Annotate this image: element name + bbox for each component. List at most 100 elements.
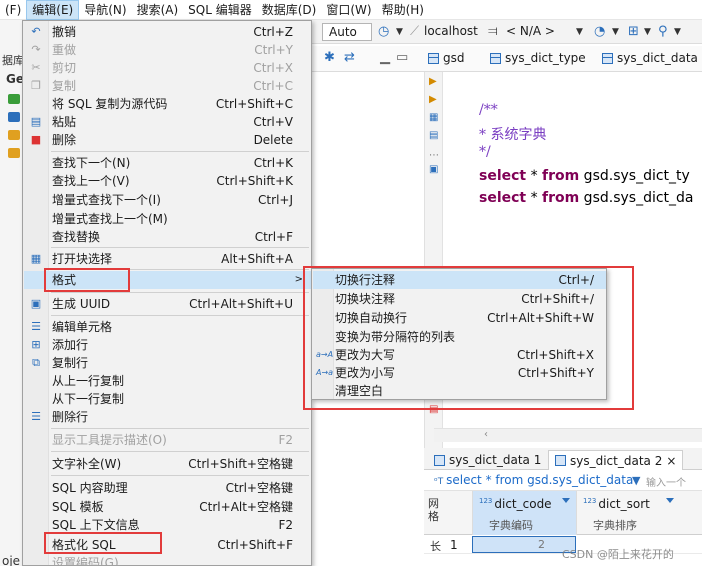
menu-item-find-replace[interactable]: 查找替换 Ctrl+F [24, 228, 311, 246]
menu-help[interactable]: 帮助(H) [377, 0, 429, 20]
menu-item-toggle-block-comment[interactable]: 切换块注释 Ctrl+Shift+/ [313, 290, 606, 308]
menu-item-cut[interactable]: ✂ 剪切 Ctrl+X [24, 59, 311, 77]
menu-item-to-delimited-list[interactable]: 变换为带分隔符的列表 [313, 328, 606, 346]
sort-icon[interactable] [562, 498, 570, 503]
menu-item-find-next[interactable]: 查找下一个(N) Ctrl+K [24, 154, 311, 172]
menu-item-find-previous[interactable]: 查找上一个(V) Ctrl+Shift+K [24, 172, 311, 190]
grid-view-label[interactable]: 网格 [428, 497, 442, 523]
lowercase-icon: A→a [316, 368, 334, 377]
dashboard-icon[interactable]: ◔ [594, 24, 605, 39]
chevron-down-icon[interactable]: ▼ [576, 27, 583, 37]
search-icon[interactable]: ⚲ [658, 24, 668, 39]
filter-icon[interactable]: ▼ [632, 474, 640, 487]
block-select-icon: ▦ [30, 252, 42, 265]
column-type: 123 [583, 497, 597, 505]
menu-item-undo[interactable]: ↶ 撤销 Ctrl+Z [24, 23, 311, 41]
menu-item-delete[interactable]: ■ 删除 Delete [24, 131, 311, 149]
menu-item-shortcut: Ctrl+V [253, 115, 293, 129]
tab-gsd[interactable]: gsd [428, 51, 465, 65]
watermark: CSDN @陌上来花开的 [562, 548, 674, 561]
menu-item-word-completion[interactable]: 文字补全(W) Ctrl+Shift+空格键 [24, 455, 311, 473]
column-header-dict-sort[interactable]: 123 dict_sort 字典排序 [576, 491, 680, 535]
more-icon[interactable]: ⋯ [429, 150, 439, 161]
menu-item-show-tooltip[interactable]: 显示工具提示描述(O) F2 [24, 431, 311, 449]
tab-sys-dict-type[interactable]: sys_dict_type [490, 51, 586, 65]
column-type: 123 [479, 497, 493, 505]
tab-sys-dict-data[interactable]: sys_dict_data [602, 51, 698, 65]
menu-item-copy-sql-source[interactable]: 将 SQL 复制为源代码 Ctrl+Shift+C [24, 95, 311, 113]
chevron-down-icon[interactable]: ▼ [644, 27, 651, 37]
sql-text: gsd.sys_dict_ty [579, 168, 690, 184]
history-icon[interactable]: ◷ [378, 24, 389, 39]
maximize-icon[interactable]: ▭ [396, 50, 408, 65]
menu-item-copy[interactable]: ❐ 复制 Ctrl+C [24, 77, 311, 95]
menu-file[interactable]: (F) [0, 0, 26, 20]
menu-navigate[interactable]: 导航(N) [79, 0, 131, 20]
link-icon[interactable]: ⇄ [344, 50, 355, 65]
menu-item-format[interactable]: 格式 > [24, 271, 311, 289]
explain-icon[interactable]: ▦ [429, 112, 438, 123]
close-icon[interactable]: × [666, 452, 676, 470]
column-header-dict-code[interactable]: 123 dict_code 字典编码 [472, 491, 576, 535]
menu-item-set-encoding[interactable]: 设置编码(G)... [24, 554, 311, 566]
table-icon [602, 52, 613, 64]
menu-item-format-sql[interactable]: 格式化 SQL Ctrl+Shift+F [24, 536, 311, 554]
menu-item-edit-cell[interactable]: ☰ 编辑单元格 [24, 318, 311, 336]
column-comment: 字典编码 [489, 519, 533, 532]
db-node-icon[interactable] [8, 112, 20, 122]
filter-input[interactable]: 输入一个 [646, 474, 686, 489]
selected-cell[interactable] [472, 536, 576, 553]
copy-icon: ❐ [31, 79, 41, 92]
run-icon[interactable]: ▶ [429, 76, 437, 87]
menu-search[interactable]: 搜索(A) [132, 0, 184, 20]
menu-window[interactable]: 窗口(W) [321, 0, 376, 20]
menu-item-generate-uuid[interactable]: ▣ 生成 UUID Ctrl+Alt+Shift+U [24, 295, 311, 313]
folder-icon[interactable] [8, 148, 20, 158]
horizontal-scrollbar[interactable]: ‹ [434, 428, 702, 442]
menu-item-toggle-word-wrap[interactable]: 切换自动换行 Ctrl+Alt+Shift+W [313, 309, 606, 327]
menu-item-delete-row[interactable]: ☰ 删除行 [24, 408, 311, 426]
menu-edit[interactable]: 编辑(E) [26, 0, 80, 20]
minimize-icon[interactable]: ▁ [380, 50, 390, 65]
menu-database[interactable]: 数据库(D) [257, 0, 322, 20]
menu-item-copy-from-previous-row[interactable]: 从上一行复制 [24, 372, 311, 390]
schema-icon[interactable]: ⫤ [488, 24, 498, 39]
menu-item-sql-content-assist[interactable]: SQL 内容助理 Ctrl+空格键 [24, 479, 311, 497]
menu-item-to-lower-case[interactable]: A→a 更改为小写 Ctrl+Shift+Y [313, 364, 606, 382]
plan-icon[interactable]: ▤ [429, 130, 438, 141]
menu-item-block-selection[interactable]: ▦ 打开块选择 Alt+Shift+A [24, 250, 311, 268]
chevron-down-icon[interactable]: ▼ [612, 27, 619, 37]
menu-item-trim-whitespace[interactable]: 清理空白 [313, 382, 606, 400]
db-node-icon[interactable] [8, 94, 20, 104]
results-filter[interactable]: ᵒT select * from gsd.sys_dict_data ▼ 输入一… [424, 471, 702, 491]
console-icon[interactable]: ▣ [429, 164, 438, 175]
tab-result-1[interactable]: sys_dict_data 1 [428, 450, 547, 470]
run-script-icon[interactable]: ▶ [429, 94, 437, 105]
menu-item-copy-from-next-row[interactable]: 从下一行复制 [24, 390, 311, 408]
menu-item-sql-context-info[interactable]: SQL 上下文信息 F2 [24, 516, 311, 534]
sort-icon[interactable] [666, 498, 674, 503]
folder-icon[interactable] [8, 130, 20, 140]
connection-icon[interactable]: ⟋ [410, 24, 419, 39]
menu-item-to-upper-case[interactable]: a→A 更改为大写 Ctrl+Shift+X [313, 346, 606, 364]
menu-item-paste[interactable]: ▤ 粘贴 Ctrl+V [24, 113, 311, 131]
menu-separator [51, 315, 309, 316]
chevron-down-icon[interactable]: ▼ [396, 27, 403, 37]
gear-icon[interactable]: ✱ [324, 50, 335, 65]
chevron-down-icon[interactable]: ▼ [674, 27, 681, 37]
active-connection[interactable]: localhost [424, 24, 478, 38]
transaction-mode-select[interactable]: Auto [322, 23, 372, 41]
active-schema[interactable]: < N/A > [506, 24, 555, 38]
menu-item-toggle-line-comment[interactable]: 切换行注释 Ctrl+/ [313, 271, 606, 289]
menu-item-redo[interactable]: ↷ 重做 Ctrl+Y [24, 41, 311, 59]
menu-item-sql-template[interactable]: SQL 模板 Ctrl+Alt+空格键 [24, 498, 311, 516]
tab-result-2[interactable]: sys_dict_data 2 × [548, 450, 684, 470]
menu-item-copy-row[interactable]: ⧉ 复制行 [24, 354, 311, 372]
menu-sql-editor[interactable]: SQL 编辑器 [183, 0, 257, 20]
menu-item-label: SQL 模板 [52, 500, 104, 514]
menu-item-incremental-find-previous[interactable]: 增量式查找上一个(M) [24, 210, 311, 228]
menu-item-incremental-find-next[interactable]: 增量式查找下一个(I) Ctrl+J [24, 191, 311, 209]
menu-item-add-row[interactable]: ⊞ 添加行 [24, 336, 311, 354]
export-icon[interactable]: ▤ [429, 404, 438, 415]
commit-icon[interactable]: ⊞ [628, 24, 639, 39]
